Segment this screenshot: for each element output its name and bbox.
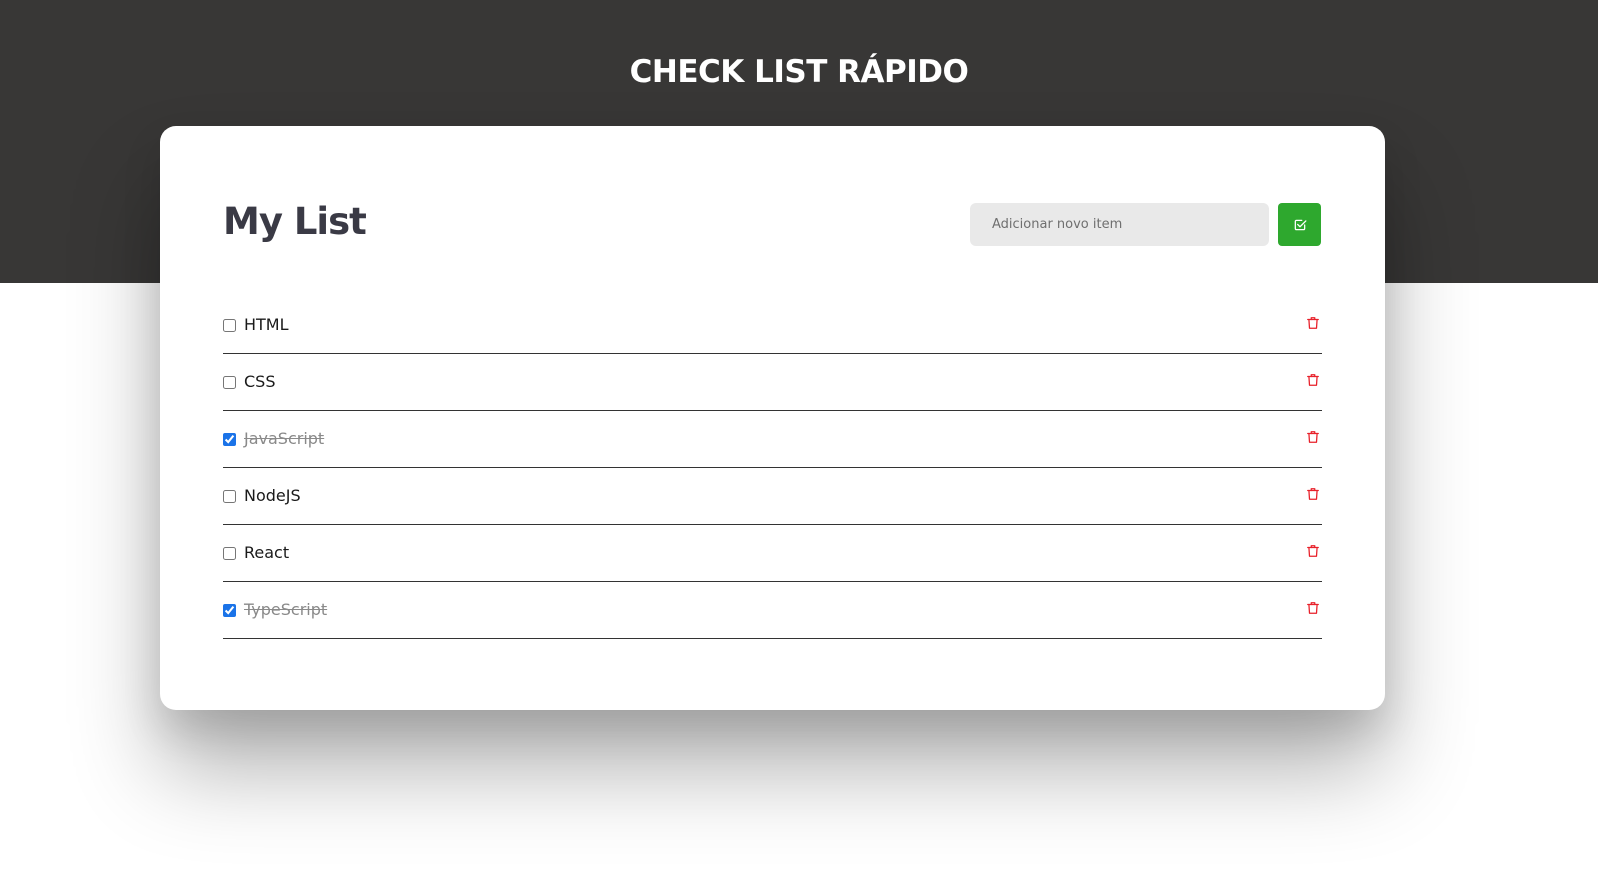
trash-icon — [1306, 543, 1320, 559]
delete-item-button[interactable] — [1304, 427, 1322, 447]
app-title: CHECK LIST RÁPIDO — [629, 54, 969, 90]
item-label: TypeScript — [244, 600, 328, 619]
list-item: TypeScript — [223, 582, 1322, 639]
delete-item-button[interactable] — [1304, 598, 1322, 618]
list-item: CSS — [223, 354, 1322, 411]
item-label: React — [244, 543, 290, 562]
delete-item-button[interactable] — [1304, 370, 1322, 390]
item-checkbox[interactable] — [223, 375, 236, 389]
add-item-button[interactable] — [1278, 203, 1321, 246]
todo-list: HTML CSS JavaScript NodeJS React TypeScr… — [223, 297, 1322, 639]
check-square-icon — [1293, 218, 1307, 232]
delete-item-button[interactable] — [1304, 484, 1322, 504]
item-checkbox[interactable] — [223, 432, 236, 446]
list-title: My List — [223, 200, 367, 243]
item-checkbox[interactable] — [223, 318, 236, 332]
list-item: HTML — [223, 297, 1322, 354]
trash-icon — [1306, 315, 1320, 331]
new-item-input[interactable] — [970, 203, 1269, 246]
trash-icon — [1306, 372, 1320, 388]
item-checkbox[interactable] — [223, 489, 236, 503]
item-label: NodeJS — [244, 486, 301, 505]
list-item: NodeJS — [223, 468, 1322, 525]
item-label: CSS — [244, 372, 276, 391]
item-label: JavaScript — [244, 429, 325, 448]
trash-icon — [1306, 600, 1320, 616]
delete-item-button[interactable] — [1304, 313, 1322, 333]
item-checkbox[interactable] — [223, 603, 236, 617]
list-card: My List HTML CSS — [160, 126, 1385, 710]
delete-item-button[interactable] — [1304, 541, 1322, 561]
list-item: React — [223, 525, 1322, 582]
trash-icon — [1306, 429, 1320, 445]
list-item: JavaScript — [223, 411, 1322, 468]
item-checkbox[interactable] — [223, 546, 236, 560]
item-label: HTML — [244, 315, 289, 334]
trash-icon — [1306, 486, 1320, 502]
